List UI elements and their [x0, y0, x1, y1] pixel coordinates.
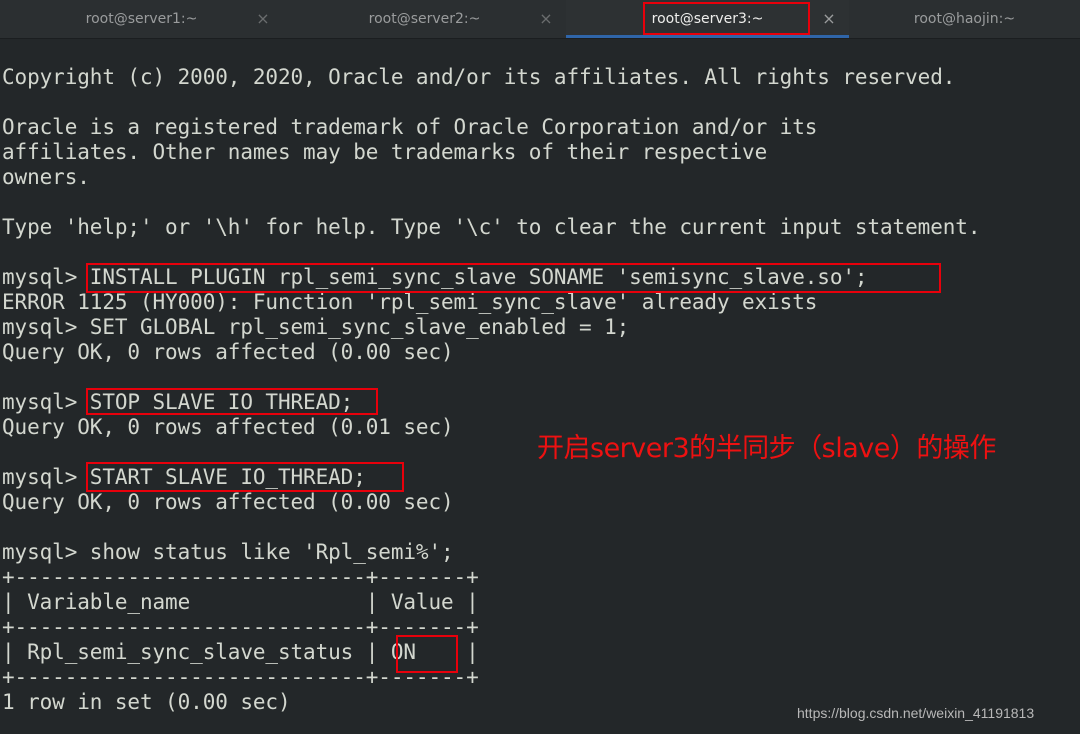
annotation-text: 开启server3的半同步（slave）的操作 — [537, 433, 996, 464]
terminal-line: mysql> STOP SLAVE IO_THREAD; — [2, 390, 354, 414]
tab-label: root@server2:~ — [368, 11, 481, 27]
terminal-line: ERROR 1125 (HY000): Function 'rpl_semi_s… — [2, 290, 818, 314]
terminal-line: Type 'help;' or '\h' for help. Type '\c'… — [2, 215, 981, 239]
tab-label: root@server1:~ — [85, 11, 198, 27]
tab-label: root@server3:~ — [651, 11, 764, 27]
terminal-line: mysql> START SLAVE IO_THREAD; — [2, 465, 366, 489]
terminal-line: +----------------------------+-------+ — [2, 665, 479, 689]
terminal-line: Query OK, 0 rows affected (0.00 sec) — [2, 490, 454, 514]
tab-server1[interactable]: root@server1:~ × — [0, 0, 283, 38]
close-icon[interactable]: × — [821, 9, 837, 28]
tab-label: root@haojin:~ — [913, 11, 1016, 27]
close-icon[interactable]: × — [255, 9, 271, 28]
terminal-line: mysql> INSTALL PLUGIN rpl_semi_sync_slav… — [2, 265, 868, 289]
terminal-line: Oracle is a registered trademark of Orac… — [2, 115, 818, 139]
terminal-line: | Variable_name | Value | — [2, 590, 479, 614]
tab-server2[interactable]: root@server2:~ × — [283, 0, 566, 38]
close-icon[interactable]: × — [538, 9, 554, 28]
terminal-line: +----------------------------+-------+ — [2, 615, 479, 639]
terminal-output[interactable]: Copyright (c) 2000, 2020, Oracle and/or … — [2, 65, 980, 715]
terminal-line: mysql> SET GLOBAL rpl_semi_sync_slave_en… — [2, 315, 630, 339]
terminal-line: affiliates. Other names may be trademark… — [2, 140, 768, 164]
terminal-line: +----------------------------+-------+ — [2, 565, 479, 589]
tab-haojin[interactable]: root@haojin:~ — [849, 0, 1080, 38]
terminal-line: | Rpl_semi_sync_slave_status | ON | — [2, 640, 479, 664]
tab-bar: root@server1:~ × root@server2:~ × root@s… — [0, 0, 1080, 39]
terminal-line: Copyright (c) 2000, 2020, Oracle and/or … — [2, 65, 956, 89]
terminal-line: owners. — [2, 165, 90, 189]
tab-server3[interactable]: root@server3:~ × — [566, 0, 849, 38]
terminal-line: mysql> show status like 'Rpl_semi%'; — [2, 540, 454, 564]
terminal-line: Query OK, 0 rows affected (0.00 sec) — [2, 340, 454, 364]
watermark: https://blog.csdn.net/weixin_41191813 — [797, 705, 1035, 721]
